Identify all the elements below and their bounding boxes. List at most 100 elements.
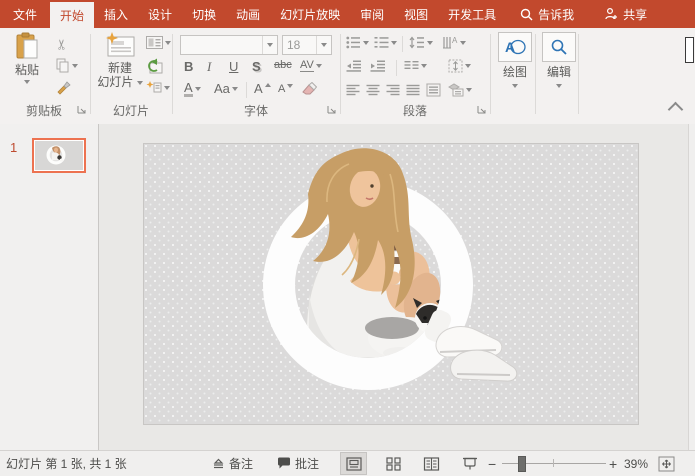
justify-button[interactable] (406, 84, 420, 96)
columns-button[interactable] (404, 60, 427, 72)
zoom-in-button[interactable]: + (609, 451, 617, 476)
text-shadow-button[interactable]: S (252, 59, 261, 74)
dropdown-arrow-icon (421, 64, 427, 68)
slide-1-thumbnail[interactable] (32, 138, 86, 173)
clear-formatting-button[interactable] (302, 82, 317, 96)
person-plus-icon (604, 7, 618, 21)
align-center-button[interactable] (366, 84, 380, 96)
comments-toggle[interactable]: 批注 (277, 451, 319, 476)
convert-smartart-button[interactable] (448, 83, 472, 97)
slideshow-view-button[interactable] (456, 452, 483, 475)
strikethrough-glyph: abc (274, 59, 292, 71)
comments-label: 批注 (295, 455, 319, 472)
grow-font-button[interactable]: A (254, 81, 271, 96)
decrease-indent-icon (346, 60, 362, 72)
zoom-out-button[interactable]: − (488, 451, 496, 476)
change-case-button[interactable]: Aa (214, 81, 238, 96)
plus-icon: + (609, 456, 617, 472)
normal-view-button[interactable] (340, 452, 367, 475)
font-size-combo[interactable]: 18 (282, 35, 332, 55)
shrink-font-glyph: A (278, 83, 285, 95)
picture-with-ring[interactable] (144, 144, 638, 424)
smartart-icon (448, 83, 464, 97)
slide-sorter-view-button[interactable] (380, 452, 407, 475)
new-slide-button[interactable]: 新建幻灯片 (96, 32, 144, 89)
tab-home-label: 开始 (60, 7, 84, 24)
line-spacing-button[interactable] (409, 36, 433, 49)
text-direction-button[interactable]: A (442, 36, 466, 49)
distribute-button[interactable] (426, 83, 441, 97)
increase-indent-icon (370, 60, 386, 72)
reading-view-button[interactable] (418, 452, 445, 475)
tab-file[interactable]: 文件 (0, 0, 50, 28)
paragraph-dialog-launcher[interactable] (476, 104, 488, 116)
zoom-slider-thumb[interactable] (518, 456, 526, 472)
tab-developer[interactable]: 开发工具 (438, 0, 506, 28)
tab-slideshow[interactable]: 幻灯片放映 (270, 0, 350, 28)
shrink-font-button[interactable]: A (278, 83, 293, 95)
slide-counter: 幻灯片 第 1 张, 共 1 张 (6, 451, 127, 476)
align-left-button[interactable] (346, 84, 360, 96)
font-name-combo[interactable] (180, 35, 278, 55)
copy-button[interactable] (56, 58, 78, 73)
drawing-icon: A (498, 32, 532, 62)
font-color-button[interactable]: A (184, 81, 201, 97)
slide-layout-icon (146, 36, 163, 49)
tell-me-button[interactable]: 告诉我 (512, 0, 582, 28)
increase-indent-button[interactable] (370, 60, 386, 72)
editing-button[interactable]: 编辑 (541, 32, 577, 88)
notes-toggle[interactable]: 备注 (212, 451, 253, 476)
tab-review[interactable]: 审阅 (350, 0, 394, 28)
reset-slide-button[interactable] (146, 58, 163, 74)
paste-button[interactable]: 粘贴 (6, 32, 48, 84)
font-color-glyph: A (184, 81, 193, 97)
tab-insert[interactable]: 插入 (94, 0, 138, 28)
drawing-button[interactable]: A 绘图 (497, 32, 533, 88)
align-right-button[interactable] (386, 84, 400, 96)
format-painter-button[interactable] (56, 80, 71, 95)
cut-button[interactable]: ✂ (56, 36, 68, 53)
underline-button[interactable]: U (229, 59, 238, 74)
tab-design[interactable]: 设计 (138, 0, 182, 28)
distribute-icon (426, 83, 441, 97)
share-button[interactable]: 共享 (596, 0, 655, 28)
slide-canvas[interactable] (143, 143, 639, 425)
reading-view-icon (423, 457, 440, 471)
collapse-ribbon-button[interactable] (668, 102, 684, 118)
zoom-level[interactable]: 39% (624, 451, 648, 476)
italic-glyph: I (207, 59, 211, 75)
dropdown-arrow-icon (466, 88, 472, 92)
cursor-artifact (685, 37, 694, 63)
tab-animations[interactable]: 动画 (226, 0, 270, 28)
font-dialog-launcher[interactable] (326, 104, 338, 116)
vertical-scrollbar[interactable] (688, 124, 695, 450)
dropdown-arrow-icon (427, 41, 433, 45)
bullets-button[interactable] (346, 36, 369, 49)
tab-home[interactable]: 开始 (50, 2, 94, 28)
tab-design-label: 设计 (148, 6, 172, 23)
tab-view[interactable]: 视图 (394, 0, 438, 28)
tab-transitions[interactable]: 切换 (182, 0, 226, 28)
bold-button[interactable]: B (184, 59, 193, 74)
drawing-label: 绘图 (503, 65, 527, 79)
fit-to-window-button[interactable] (658, 451, 675, 476)
numbering-button[interactable] (374, 36, 397, 49)
decrease-indent-button[interactable] (346, 60, 362, 72)
section-button[interactable] (146, 80, 170, 95)
group-separator (578, 34, 579, 114)
slide-layout-button[interactable] (146, 36, 171, 49)
clipboard-icon (15, 32, 39, 60)
dropdown-arrow-icon (72, 64, 78, 68)
group-separator (90, 34, 91, 114)
strikethrough-button[interactable]: abc (274, 59, 292, 71)
align-text-button[interactable] (448, 59, 471, 73)
columns-icon (404, 60, 419, 72)
comments-icon (277, 457, 291, 470)
clipboard-group-label: 剪贴板 (0, 102, 88, 119)
character-spacing-button[interactable]: AV (300, 59, 322, 72)
dropdown-arrow-icon (460, 41, 466, 45)
status-bar: 幻灯片 第 1 张, 共 1 张 备注 批注 − + 39% (0, 450, 695, 476)
italic-button[interactable]: I (207, 59, 211, 75)
clipboard-dialog-launcher[interactable] (76, 104, 88, 116)
notes-label: 备注 (229, 455, 253, 472)
